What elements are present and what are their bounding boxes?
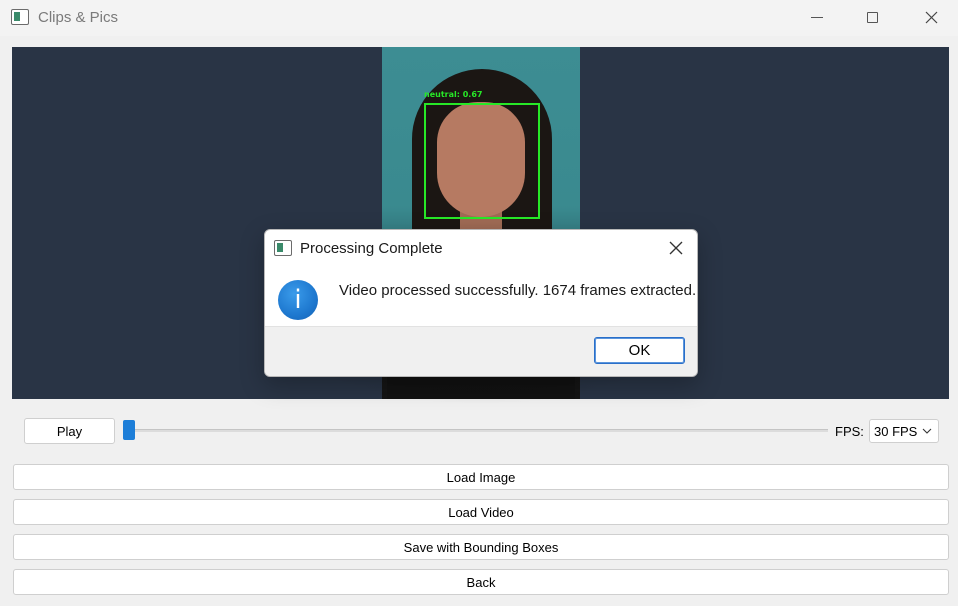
maximize-icon [866, 11, 878, 23]
save-with-bounding-boxes-button[interactable]: Save with Bounding Boxes [13, 534, 949, 560]
face-bounding-box [424, 103, 540, 219]
close-button[interactable] [902, 0, 958, 34]
ok-button[interactable]: OK [594, 337, 685, 364]
app-window-icon [11, 9, 29, 25]
fps-selected-value: 30 FPS [874, 423, 918, 439]
info-icon: i [278, 280, 318, 320]
fps-label: FPS: [835, 424, 864, 439]
dialog-title: Processing Complete [300, 240, 443, 257]
load-image-button[interactable]: Load Image [13, 464, 949, 490]
detection-label: neutral: 0.67 [424, 90, 483, 99]
dialog-titlebar: Processing Complete [265, 230, 697, 266]
window-titlebar: Clips & Pics [0, 0, 958, 36]
window-title: Clips & Pics [38, 9, 119, 26]
load-video-button[interactable]: Load Video [13, 499, 949, 525]
frame-slider-track[interactable] [124, 429, 828, 432]
back-button[interactable]: Back [13, 569, 949, 595]
dialog-message: Video processed successfully. 1674 frame… [339, 282, 697, 299]
close-icon [925, 11, 937, 23]
play-button[interactable]: Play [24, 418, 115, 444]
processing-complete-dialog: Processing Complete i Video processed su… [264, 229, 698, 377]
dialog-close-icon[interactable] [668, 240, 684, 256]
minimize-button[interactable] [788, 0, 846, 34]
fps-dropdown[interactable]: 30 FPS [869, 419, 939, 443]
chevron-down-icon [922, 428, 932, 434]
maximize-button[interactable] [843, 0, 901, 34]
dialog-window-icon [274, 240, 292, 256]
frame-slider-handle[interactable] [123, 420, 135, 440]
dialog-footer: OK [265, 326, 697, 376]
minimize-icon [811, 16, 823, 18]
